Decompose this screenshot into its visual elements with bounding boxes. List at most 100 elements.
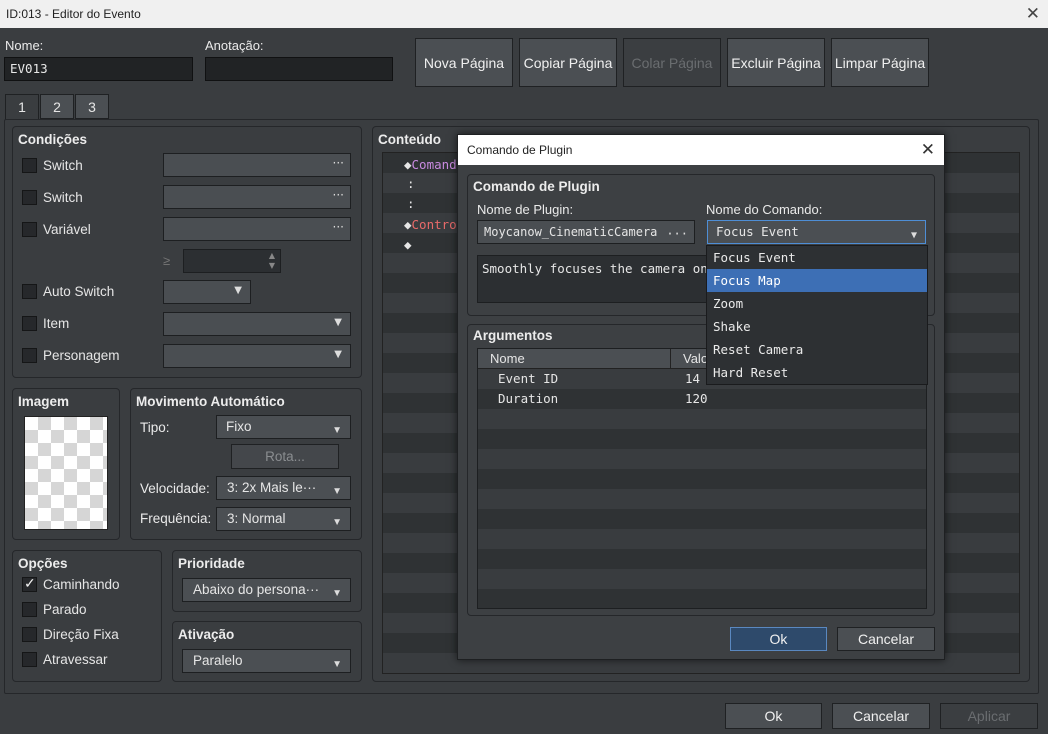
cancel-button[interactable]: Cancelar [832,703,930,729]
close-icon[interactable]: ✕ [1026,0,1040,28]
command-text: Comand [411,157,457,172]
tab-page-3[interactable]: 3 [75,94,109,119]
type-select[interactable]: Fixo ▼ [216,415,351,439]
priority-title: Prioridade [178,556,245,571]
dots-icon[interactable]: ··· [333,188,344,202]
actor-checkbox-row[interactable]: Personagem [22,348,120,363]
item-checkbox-row[interactable]: Item [22,316,69,331]
note-input[interactable] [205,57,393,81]
stepping-checkbox-row[interactable]: Parado [22,602,87,617]
dropdown-option-focus-event[interactable]: Focus Event [707,246,927,269]
arg-name: Event ID [498,371,559,386]
stepping-checkbox[interactable] [22,602,37,617]
new-page-button[interactable]: Nova Página [415,38,513,87]
event-image-preview[interactable] [24,416,108,530]
window-title: ID:013 - Editor do Evento [6,7,141,21]
plugin-command-dialog: Comando de Plugin ✕ Comando de Plugin No… [457,134,945,660]
frequency-select[interactable]: 3: Normal ▼ [216,507,351,531]
trigger-select[interactable]: Paralelo ▼ [182,649,351,673]
switch1-checkbox-row[interactable]: Switch [22,158,83,173]
item-select[interactable]: ▼ [163,312,351,336]
frequency-value: 3: Normal [227,511,286,526]
delete-page-button[interactable]: Excluir Página [727,38,825,87]
priority-select[interactable]: Abaixo do persona··· ▼ [182,578,351,602]
dropdown-option-shake[interactable]: Shake [707,315,927,338]
plugin-name-field[interactable]: Moycanow_CinematicCamera ··· [477,220,695,244]
tab-page-2[interactable]: 2 [40,94,74,119]
clear-page-button[interactable]: Limpar Página [831,38,929,87]
switch2-checkbox[interactable] [22,190,37,205]
arg-value: 120 [685,391,708,406]
item-label: Item [43,316,70,331]
check-icon: ✓ [24,575,36,591]
walking-checkbox[interactable]: ✓ [22,575,37,592]
walking-checkbox-row[interactable]: ✓ Caminhando [22,575,120,592]
frequency-label: Frequência: [140,511,212,526]
column-header-value[interactable]: Valo [671,349,708,368]
dialog-ok-button[interactable]: Ok [730,627,827,651]
command-list-item[interactable]: ◆Comand [404,155,457,175]
command-list-item[interactable]: ◆Contro [404,215,457,235]
paste-page-button[interactable]: Colar Página [623,38,721,87]
direction-fix-checkbox[interactable] [22,627,37,642]
close-icon[interactable]: ✕ [921,135,935,165]
route-button[interactable]: Rota... [231,444,339,469]
arg-name: Duration [498,391,559,406]
command-list-item[interactable]: ◆ [404,235,412,255]
command-list-item[interactable]: : [407,174,415,194]
switch1-field[interactable]: ··· [163,153,351,177]
apply-button[interactable]: Aplicar [940,703,1038,729]
dropdown-option-hard-reset[interactable]: Hard Reset [707,361,927,384]
dots-icon[interactable]: ··· [666,223,688,245]
speed-select[interactable]: 3: 2x Mais le··· ▼ [216,476,351,500]
type-label: Tipo: [140,420,170,435]
ok-button[interactable]: Ok [725,703,822,729]
arguments-title: Argumentos [473,328,553,343]
dropdown-option-focus-map[interactable]: Focus Map [707,269,927,292]
variable-label: Variável [43,222,91,237]
speed-label: Velocidade: [140,481,210,496]
copy-page-button[interactable]: Copiar Página [519,38,617,87]
chevron-down-icon: ▼ [332,659,342,670]
direction-fix-checkbox-row[interactable]: Direção Fixa [22,627,119,642]
actor-checkbox[interactable] [22,348,37,363]
diamond-icon: ◆ [404,157,412,172]
trigger-value: Paralelo [193,653,243,668]
arguments-table[interactable]: Nome Valo Event ID 14 Duration 120 [477,348,927,609]
chevron-down-icon: ▼ [910,230,917,241]
dropdown-option-zoom[interactable]: Zoom [707,292,927,315]
column-header-name[interactable]: Nome [478,349,671,368]
through-checkbox[interactable] [22,652,37,667]
actor-select[interactable]: ▼ [163,344,351,368]
variable-checkbox-row[interactable]: Variável [22,222,91,237]
tab-page-1[interactable]: 1 [5,94,39,120]
variable-field[interactable]: ··· [163,217,351,241]
command-text: : [407,196,415,211]
name-input[interactable]: EV013 [4,57,193,81]
variable-checkbox[interactable] [22,222,37,237]
command-name-select[interactable]: Focus Event ▼ [707,220,926,244]
item-checkbox[interactable] [22,316,37,331]
self-switch-select[interactable]: ▼ [163,280,251,304]
dots-icon[interactable]: ··· [333,156,344,170]
switch2-field[interactable]: ··· [163,185,351,209]
command-text: : [407,176,415,191]
switch2-label: Switch [43,190,83,205]
spinner-arrows-icon[interactable]: ▲ ▼ [269,251,275,271]
self-switch-checkbox-row[interactable]: Auto Switch [22,284,114,299]
switch1-checkbox[interactable] [22,158,37,173]
dropdown-option-reset-camera[interactable]: Reset Camera [707,338,927,361]
dialog-cancel-button[interactable]: Cancelar [837,627,935,651]
self-switch-checkbox[interactable] [22,284,37,299]
command-list-item[interactable]: : [407,194,415,214]
trigger-title: Ativação [178,627,235,642]
dots-icon[interactable]: ··· [333,220,344,234]
through-checkbox-row[interactable]: Atravessar [22,652,108,667]
priority-value: Abaixo do persona··· [193,582,320,597]
chevron-down-icon: ▼ [334,349,342,360]
table-row[interactable]: Duration 120 [478,389,926,409]
chevron-down-icon: ▼ [332,588,342,599]
variable-value-spinner[interactable]: ▲ ▼ [183,249,281,273]
switch2-checkbox-row[interactable]: Switch [22,190,83,205]
plugin-name-value: Moycanow_CinematicCamera [484,225,658,239]
